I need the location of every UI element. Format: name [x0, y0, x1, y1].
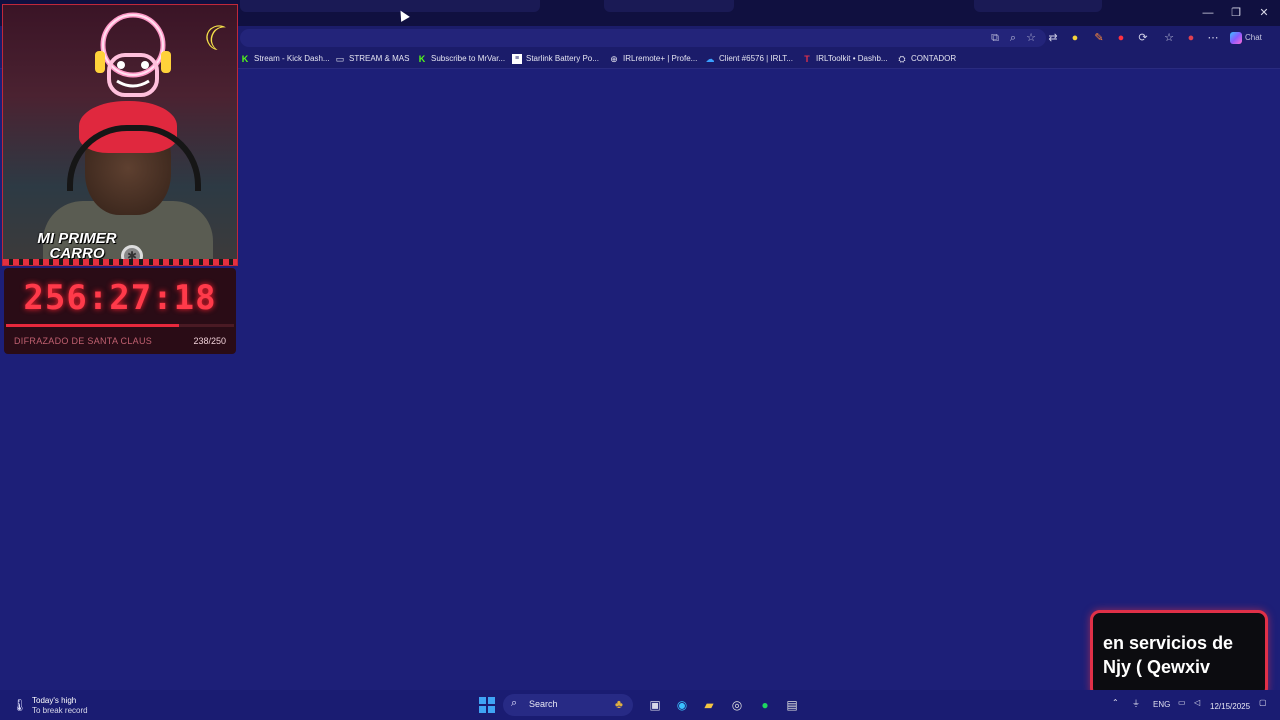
edge-browser-icon[interactable]: ◉: [673, 696, 691, 714]
bookmark-label: STREAM & MAS: [349, 54, 410, 63]
network-icon[interactable]: ▭: [1178, 698, 1186, 707]
tab-strip[interactable]: [240, 0, 540, 12]
bookmark-label: Subscribe to MrVar...: [431, 54, 506, 63]
goal-count: 238/250: [193, 336, 226, 346]
folder-icon: ▭: [335, 53, 345, 64]
webcam-title-line1: MI PRIMER: [37, 230, 117, 247]
extension-red-icon[interactable]: ●: [1112, 29, 1130, 47]
weather-line1: Today's high: [32, 696, 77, 705]
start-button[interactable]: [479, 697, 495, 713]
refresh-extension-icon[interactable]: ⟳: [1134, 29, 1152, 47]
favorite-star-icon[interactable]: ☆: [1022, 29, 1040, 47]
restore-button[interactable]: ❐: [1222, 4, 1250, 22]
volume-icon[interactable]: ◁: [1194, 698, 1200, 707]
captions-box: en servicios de Njy ( Qewxiv: [1090, 610, 1268, 698]
kick-icon: K: [418, 53, 426, 64]
tab-strip-right[interactable]: [604, 0, 734, 12]
zoom-icon[interactable]: ⌕: [1004, 29, 1022, 47]
system-date[interactable]: 12/15/2025: [1210, 702, 1250, 711]
caption-line-2: Njy ( Qewxiv: [1103, 657, 1211, 677]
open-in-app-icon[interactable]: ⧉: [986, 29, 1004, 47]
goal-progress-fill: [6, 324, 180, 327]
tray-overflow-icon[interactable]: ⌃: [1112, 698, 1119, 707]
usb-icon[interactable]: ⏚: [1132, 698, 1140, 709]
task-view-icon[interactable]: ▣: [646, 696, 664, 714]
toolkit-icon: T: [804, 53, 810, 64]
language-indicator[interactable]: ENG: [1153, 700, 1170, 709]
bookmark-label: CONTADOR: [911, 54, 957, 63]
subathon-timer-panel: 256:27:18 DIFRAZADO DE SANTA CLAUS 238/2…: [4, 268, 236, 354]
bookmark-label: Client #6576 | IRLT...: [719, 54, 793, 63]
webcam-title: MI PRIMER CARRO: [21, 231, 133, 261]
bookmark-label: Starlink Battery Po...: [526, 54, 599, 63]
bookmark-item[interactable]: T IRLToolkit • Dashb...: [802, 50, 888, 68]
bookmark-item[interactable]: ⛭ CONTADOR: [897, 50, 956, 68]
caption-line-1: en servicios de: [1103, 633, 1234, 653]
bookmark-item[interactable]: K Stream - Kick Dash...: [240, 50, 330, 68]
cloud-icon: ☁: [705, 53, 715, 64]
bookmark-item[interactable]: K Subscribe to MrVar...: [417, 50, 505, 68]
bookmark-label: IRLToolkit • Dashb...: [816, 54, 888, 63]
webcam-overlay: ☾ MI PRIMER CARRO ✱: [2, 4, 238, 266]
bookmark-item[interactable]: ≡ Starlink Battery Po...: [512, 50, 599, 68]
terminal-icon[interactable]: ▤: [783, 696, 801, 714]
copilot-icon: [1230, 31, 1242, 44]
close-button[interactable]: ✕: [1250, 4, 1278, 22]
extension-pen-icon[interactable]: ✎: [1090, 29, 1108, 47]
search-label: Search: [529, 699, 558, 709]
search-icon: ⌕: [511, 697, 518, 709]
taskbar: 🌡 Today's high To break record ⌕ Search …: [0, 690, 1280, 720]
bookmark-item[interactable]: ⊕ IRLremote+ | Profe...: [609, 50, 697, 68]
banana-icon: ☾: [197, 15, 238, 63]
page-icon: ≡: [512, 53, 522, 64]
spotify-icon[interactable]: ●: [756, 696, 774, 714]
taskbar-search[interactable]: ⌕ Search ♣: [503, 694, 633, 716]
extension-yellow-icon[interactable]: ●: [1066, 29, 1084, 47]
address-bar[interactable]: ⧉ ⌕ ☆: [240, 29, 1046, 47]
bookmark-label: IRLremote+ | Profe...: [623, 54, 698, 63]
thermometer-icon: 🌡: [12, 698, 28, 712]
tab-strip-far-right[interactable]: [974, 0, 1102, 12]
obs-icon[interactable]: ◎: [728, 696, 746, 714]
extensions-icon[interactable]: ⇄: [1044, 29, 1062, 47]
hazard-stripe: [3, 259, 237, 265]
more-menu-icon[interactable]: ⋯: [1204, 29, 1222, 47]
neon-face-sign-icon: [95, 12, 171, 97]
bookmark-label: Stream - Kick Dash...: [254, 54, 330, 63]
copilot-chat-button[interactable]: Chat: [1230, 29, 1274, 47]
favorites-icon[interactable]: ☆: [1160, 29, 1178, 47]
goal-label: DIFRAZADO DE SANTA CLAUS: [14, 336, 153, 346]
minimize-button[interactable]: —: [1194, 4, 1222, 22]
chat-label: Chat: [1245, 33, 1262, 42]
goal-progress-track: [6, 324, 234, 327]
file-explorer-icon[interactable]: ▰: [700, 696, 718, 714]
bookmark-item[interactable]: ▭ STREAM & MAS: [335, 50, 410, 68]
notifications-icon[interactable]: ▢: [1259, 698, 1267, 707]
timer-value: 256:27:18: [23, 278, 217, 318]
globe-icon: ⊕: [610, 53, 618, 64]
weather-line2: To break record: [32, 706, 88, 715]
search-highlight-icon: ♣: [615, 697, 623, 711]
kick-icon: K: [241, 53, 249, 64]
contador-icon: ⛭: [898, 53, 906, 64]
bookmark-item[interactable]: ☁ Client #6576 | IRLT...: [705, 50, 793, 68]
profile-avatar-icon[interactable]: ●: [1182, 29, 1200, 47]
